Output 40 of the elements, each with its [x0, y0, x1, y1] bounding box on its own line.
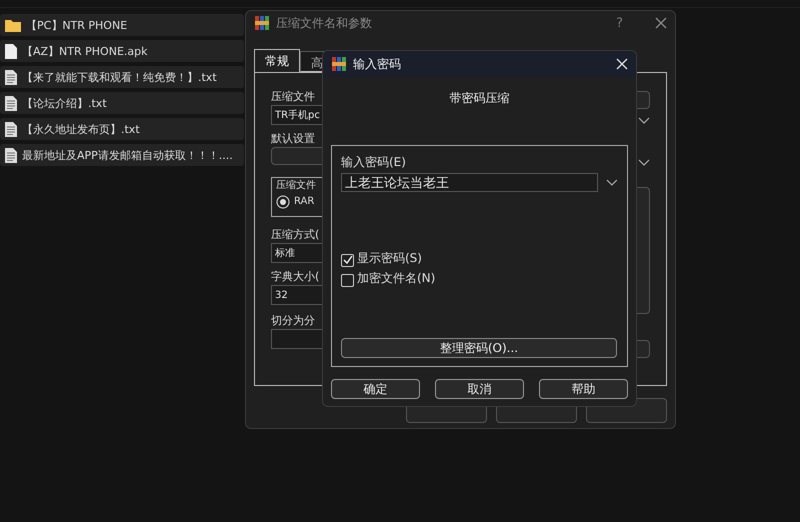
chevron-down-icon[interactable]: [606, 178, 618, 186]
archive-app-icon: [331, 56, 347, 72]
file-row[interactable]: 【来了就能下载和观看！纯免费！】.txt: [0, 66, 244, 88]
text-file-icon: [5, 96, 17, 110]
archive-app-icon: [254, 15, 270, 31]
file-row[interactable]: 【PC】NTR PHONE: [0, 14, 244, 36]
text-file-icon: [5, 148, 17, 162]
field-label: 默认设置: [271, 131, 315, 147]
tab[interactable]: 常规: [254, 49, 300, 72]
text-file-icon: [5, 70, 17, 84]
organize-passwords-button[interactable]: 整理密码(O)...: [341, 338, 617, 358]
radio-label: RAR: [294, 195, 314, 209]
chevron-down-icon[interactable]: [638, 117, 650, 125]
chevron-down-icon[interactable]: [638, 159, 650, 167]
file-row[interactable]: 【永久地址发布页】.txt: [0, 118, 244, 140]
help-button[interactable]: ?: [616, 16, 623, 30]
checkbox[interactable]: [341, 254, 354, 266]
field-label: 压缩方式(: [271, 227, 320, 243]
file-icon: [5, 44, 17, 58]
dialog-heading: 带密码压缩: [450, 90, 510, 107]
window-title: 输入密码: [353, 56, 402, 72]
dialog-button[interactable]: 帮助: [539, 379, 628, 399]
field-label: 输入密码(E): [341, 154, 406, 170]
radio-button[interactable]: [276, 195, 290, 209]
group-label: 压缩文件: [276, 178, 316, 193]
file-row[interactable]: 最新地址及APP请发邮箱自动获取！！！....: [0, 144, 244, 166]
checkbox-label: 显示密码(S): [357, 250, 422, 266]
folder-icon: [5, 18, 21, 32]
file-row[interactable]: 【AZ】NTR PHONE.apk: [0, 40, 244, 62]
window-title: 压缩文件名和参数: [276, 14, 373, 32]
field-label: 切分为分: [271, 313, 315, 329]
password-field[interactable]: 上老王论坛当老王: [341, 173, 598, 192]
file-row[interactable]: 【论坛介绍】.txt: [0, 92, 244, 114]
field-label: 字典大小(: [271, 269, 320, 285]
text-file-icon: [5, 122, 17, 136]
dialog-button[interactable]: 取消: [435, 379, 524, 399]
checkbox[interactable]: [341, 274, 354, 286]
dialog-button[interactable]: 确定: [331, 379, 420, 399]
checkbox-label: 加密文件名(N): [357, 270, 436, 286]
field-label: 压缩文件: [271, 89, 315, 105]
